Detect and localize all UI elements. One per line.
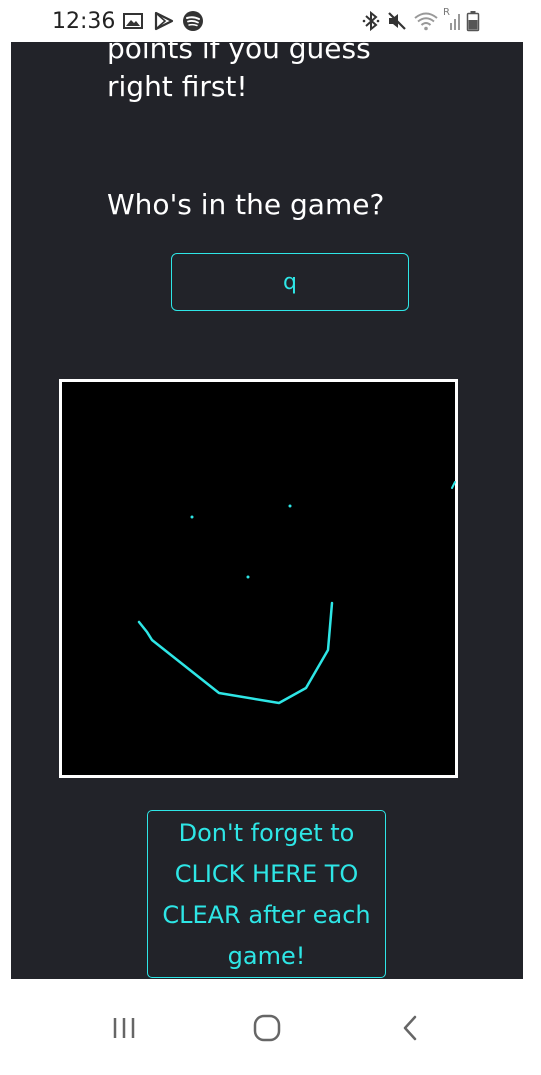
recent-apps-icon <box>113 1018 135 1038</box>
spotify-icon <box>183 11 203 31</box>
navigation-bar <box>0 979 541 1075</box>
intro-text-line-1: points if you guess <box>107 42 371 65</box>
recent-apps-button[interactable] <box>94 1003 154 1053</box>
smile-stroke <box>137 601 334 705</box>
status-time: 12:36 <box>52 9 116 34</box>
play-store-icon <box>154 11 174 31</box>
phone-screen: 12:36 R points if you guess right first!… <box>0 0 541 1075</box>
signal-icon: R <box>441 7 463 32</box>
bluetooth-icon <box>362 10 380 32</box>
player-name-input[interactable] <box>171 253 409 311</box>
image-icon <box>123 13 143 29</box>
back-chevron-icon <box>403 1015 417 1041</box>
clear-canvas-button[interactable]: Don't forget to CLICK HERE TO CLEAR afte… <box>147 810 386 978</box>
mute-icon <box>388 12 406 30</box>
stray-stroke-mark <box>451 481 456 489</box>
status-bar: 12:36 R <box>0 0 541 42</box>
drawing-strokes <box>137 504 334 705</box>
home-icon <box>253 1014 281 1042</box>
left-eye-dot <box>190 515 194 519</box>
back-button[interactable] <box>380 1003 440 1053</box>
drawing-canvas[interactable] <box>59 379 458 778</box>
game-page: points if you guess right first! Who's i… <box>11 42 523 979</box>
nose-dot <box>246 575 250 579</box>
right-eye-dot <box>288 504 292 508</box>
wifi-icon <box>414 12 438 31</box>
battery-icon <box>466 11 480 32</box>
question-heading: Who's in the game? <box>107 188 385 221</box>
intro-text-line-2: right first! <box>107 70 248 103</box>
home-button[interactable] <box>237 1003 297 1053</box>
